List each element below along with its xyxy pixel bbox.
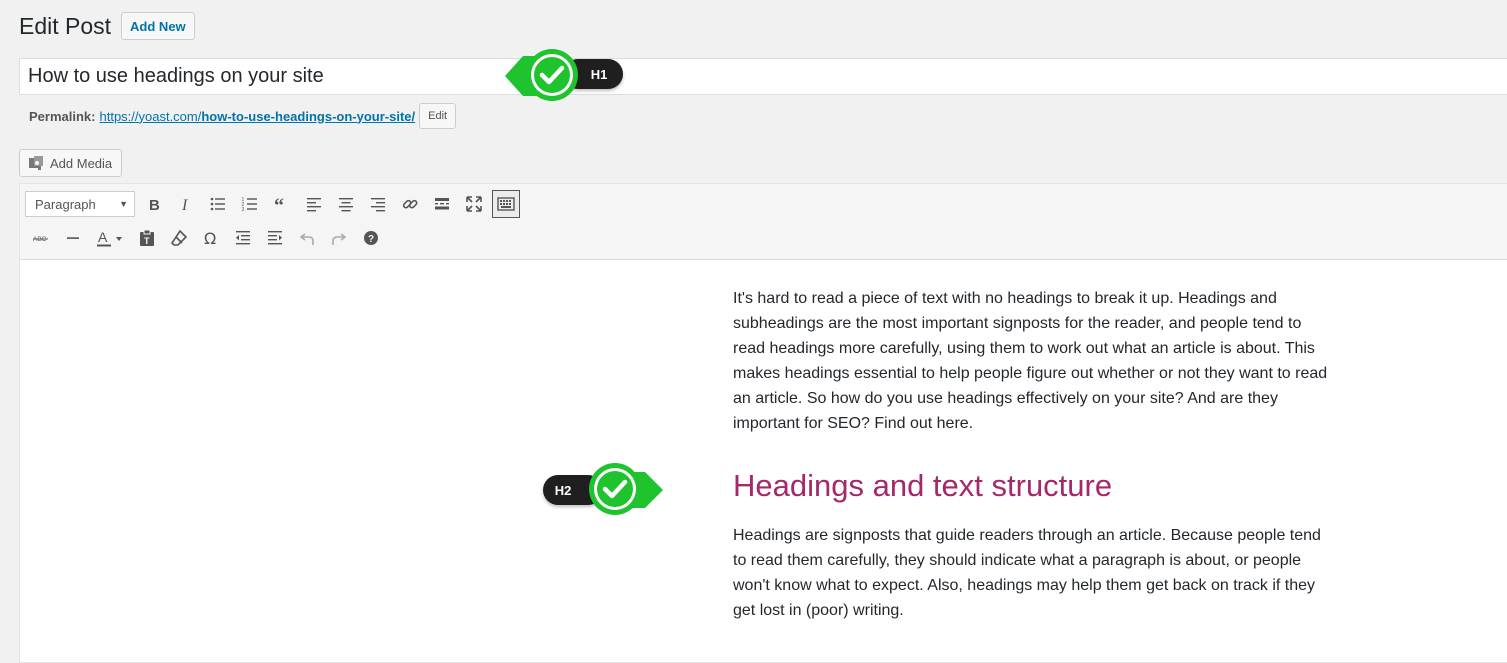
strikethrough-icon[interactable]: ABC	[27, 224, 55, 252]
add-media-button[interactable]: Add Media	[19, 149, 123, 177]
svg-text:I: I	[181, 197, 188, 213]
horizontal-line-icon[interactable]	[59, 224, 87, 252]
permalink-row: Permalink: https://yoast.com/how-to-use-…	[29, 103, 457, 129]
content-paragraph-2: Headings are signposts that guide reader…	[733, 527, 1321, 619]
svg-text:“: “	[274, 195, 284, 213]
h2-badge: H2	[541, 462, 666, 518]
numbered-list-icon[interactable]: 123	[236, 190, 264, 218]
svg-text:Ω: Ω	[204, 229, 216, 247]
editor: Paragraph ▼ B I 123 “ ABC A T Ω	[19, 183, 1507, 663]
permalink-link[interactable]: https://yoast.com/how-to-use-headings-on…	[99, 109, 415, 124]
italic-icon[interactable]: I	[172, 190, 200, 218]
permalink-base: https://yoast.com/	[99, 108, 202, 124]
format-select[interactable]: Paragraph ▼	[25, 191, 135, 217]
link-icon[interactable]	[396, 190, 424, 218]
content-heading-2: Headings and text structure	[733, 468, 1113, 503]
read-more-icon[interactable]	[428, 190, 456, 218]
help-icon[interactable]: ?	[357, 224, 385, 252]
clear-formatting-icon[interactable]	[165, 224, 193, 252]
post-title-input[interactable]	[19, 58, 1507, 95]
align-center-icon[interactable]	[332, 190, 360, 218]
add-media-label: Add Media	[50, 155, 113, 171]
undo-icon[interactable]	[293, 224, 321, 252]
indent-icon[interactable]	[261, 224, 289, 252]
add-new-button[interactable]: Add New	[121, 12, 195, 40]
toolbar-row-1: Paragraph ▼ B I 123 “	[25, 190, 522, 218]
green-check-icon	[589, 463, 663, 515]
permalink-slug: how-to-use-headings-on-your-site/	[201, 108, 416, 124]
content-paragraph-1: It's hard to read a piece of text with n…	[733, 290, 1328, 432]
outdent-icon[interactable]	[229, 224, 257, 252]
chevron-down-icon: ▼	[119, 199, 128, 209]
blockquote-icon[interactable]: “	[268, 190, 296, 218]
paste-as-text-icon[interactable]: T	[133, 224, 161, 252]
special-character-icon[interactable]: Ω	[197, 224, 225, 252]
permalink-label: Permalink:	[29, 108, 96, 124]
text-color-icon[interactable]: A	[91, 224, 129, 252]
align-left-icon[interactable]	[300, 190, 328, 218]
media-icon	[29, 156, 43, 170]
toolbar-row-2: ABC A T Ω ?	[25, 224, 387, 252]
align-right-icon[interactable]	[364, 190, 392, 218]
page-header: Edit Post Add New	[19, 12, 195, 40]
page-title: Edit Post	[19, 12, 112, 39]
bulleted-list-icon[interactable]	[204, 190, 232, 218]
svg-text:?: ?	[368, 234, 374, 245]
green-check-icon	[505, 49, 578, 101]
toolbar-toggle-icon[interactable]	[492, 190, 520, 218]
bold-icon[interactable]: B	[140, 190, 168, 218]
h1-badge: H1	[503, 48, 628, 104]
editor-toolbar: Paragraph ▼ B I 123 “ ABC A T Ω	[20, 184, 1507, 260]
svg-text:3: 3	[242, 207, 245, 213]
svg-text:T: T	[144, 236, 150, 246]
format-select-value: Paragraph	[35, 196, 96, 212]
editor-content[interactable]: It's hard to read a piece of text with n…	[733, 286, 1333, 619]
svg-text:B: B	[149, 197, 160, 213]
edit-slug-button[interactable]: Edit	[419, 103, 457, 129]
svg-text:A: A	[98, 229, 108, 245]
fullscreen-icon[interactable]	[460, 190, 488, 218]
redo-icon[interactable]	[325, 224, 353, 252]
